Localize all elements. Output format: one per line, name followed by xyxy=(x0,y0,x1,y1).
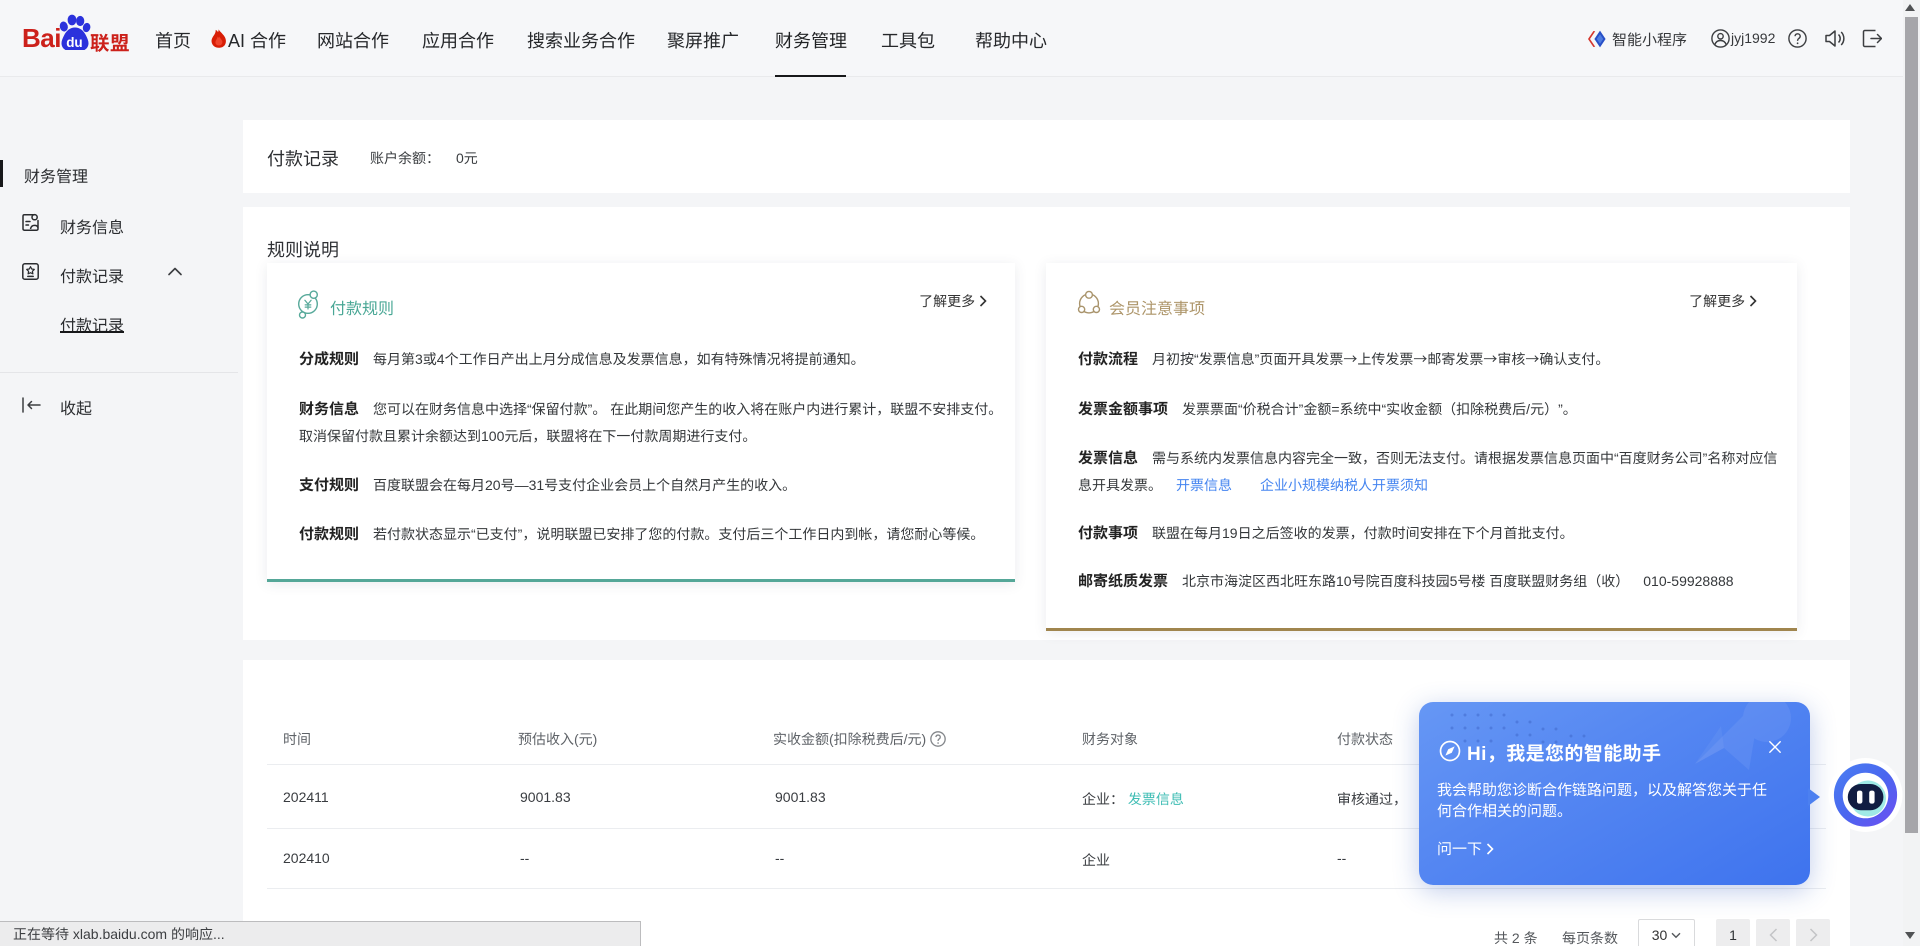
svg-text:du: du xyxy=(66,35,83,50)
